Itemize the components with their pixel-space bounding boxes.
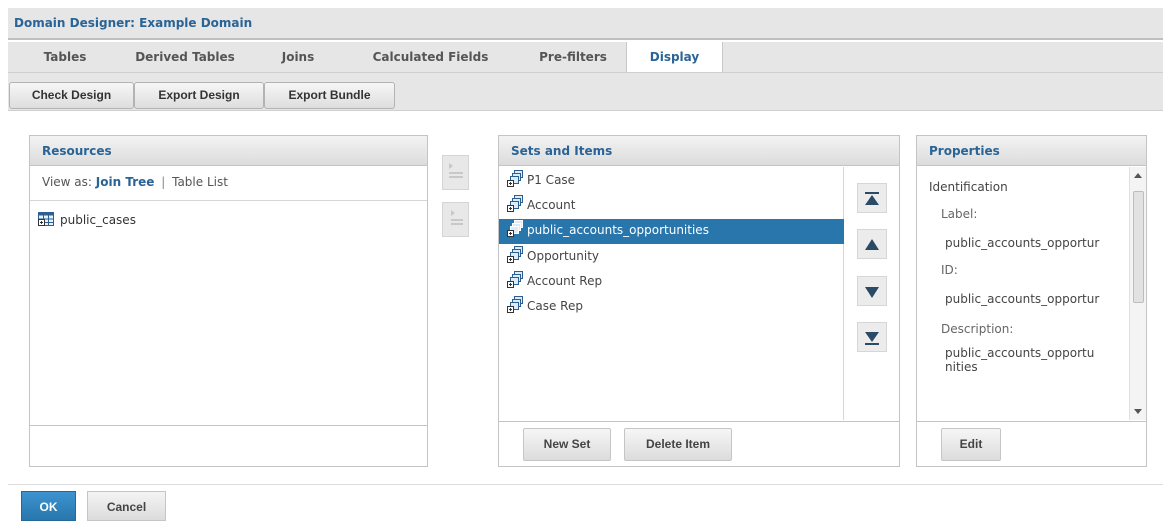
resources-footer	[30, 425, 427, 426]
set-item-label: Case Rep	[527, 299, 583, 313]
view-as-bar: View as: Join Tree | Table List	[42, 175, 228, 189]
id-caption: ID:	[941, 263, 958, 277]
move-up-button[interactable]	[857, 229, 887, 259]
tab-joins[interactable]: Joins	[268, 42, 328, 72]
set-icon	[507, 170, 525, 188]
move-to-bottom-button[interactable]	[857, 322, 887, 352]
title-bar: Domain Designer: Example Domain	[8, 8, 1163, 40]
list-item[interactable]: Account	[499, 194, 844, 219]
tab-calculated-fields[interactable]: Calculated Fields	[353, 42, 508, 72]
add-to-sets-button[interactable]	[442, 155, 469, 190]
move-to-top-button[interactable]	[857, 183, 887, 213]
description-value-line2: nities	[945, 360, 978, 374]
ok-button[interactable]: OK	[21, 491, 76, 521]
properties-title: Properties	[917, 136, 1146, 166]
tab-derived-tables[interactable]: Derived Tables	[120, 42, 250, 72]
properties-footer: Edit	[917, 421, 1146, 466]
sets-items-panel: Sets and Items P1 Case Account public_ac…	[498, 135, 900, 467]
toolbar: Check Design Export Design Export Bundle	[8, 72, 1163, 111]
list-item[interactable]: Opportunity	[499, 245, 844, 270]
move-down-button[interactable]	[857, 276, 887, 306]
set-icon	[507, 246, 525, 264]
label-caption: Label:	[941, 207, 978, 221]
view-as-label: View as:	[42, 175, 92, 189]
properties-body: Identification Label: public_accounts_op…	[917, 167, 1129, 420]
table-list-link[interactable]: Table List	[172, 175, 228, 189]
tab-display[interactable]: Display	[626, 42, 723, 73]
scroll-down-icon[interactable]	[1134, 409, 1142, 414]
set-item-label: public_accounts_opportunities	[527, 223, 709, 237]
scroll-thumb[interactable]	[1133, 191, 1144, 303]
export-bundle-button[interactable]: Export Bundle	[264, 82, 395, 109]
indent-arrow-icon	[450, 210, 463, 225]
resources-title: Resources	[30, 136, 427, 166]
list-item[interactable]: Case Rep	[499, 295, 844, 320]
move-up-icon	[865, 239, 879, 250]
scroll-up-icon[interactable]	[1134, 173, 1142, 178]
resources-panel: Resources View as: Join Tree | Table Lis…	[29, 135, 428, 467]
divider	[30, 200, 427, 201]
edit-button[interactable]: Edit	[941, 428, 1001, 461]
list-item[interactable]: Account Rep	[499, 270, 844, 295]
new-set-button[interactable]: New Set	[523, 428, 611, 461]
description-caption: Description:	[941, 322, 1014, 336]
cancel-button[interactable]: Cancel	[87, 491, 166, 521]
export-design-button[interactable]: Export Design	[134, 82, 264, 109]
add-as-item-button[interactable]	[442, 202, 469, 237]
tab-tables[interactable]: Tables	[30, 42, 100, 72]
set-item-label: Account Rep	[527, 274, 603, 288]
label-value: public_accounts_opportur	[945, 236, 1100, 250]
view-as-separator: |	[161, 175, 166, 189]
join-tree-link[interactable]: Join Tree	[96, 175, 155, 189]
sets-footer: New Set Delete Item	[499, 421, 899, 466]
sets-items-title: Sets and Items	[499, 136, 899, 166]
table-icon	[38, 212, 54, 226]
tab-pre-filters[interactable]: Pre-filters	[518, 42, 628, 72]
move-bottom-icon	[865, 332, 879, 345]
set-item-label: Account	[527, 198, 576, 212]
set-icon	[507, 296, 525, 314]
set-icon	[507, 220, 525, 238]
resource-item-label: public_cases	[60, 213, 136, 227]
add-arrow-icon	[448, 163, 463, 178]
description-value-line1: public_accounts_opportu	[945, 346, 1095, 360]
list-item-selected[interactable]: public_accounts_opportunities	[499, 219, 844, 244]
sets-list: P1 Case Account public_accounts_opportun…	[499, 167, 844, 420]
properties-scrollbar[interactable]	[1129, 167, 1146, 420]
window-title: Domain Designer: Example Domain	[14, 16, 253, 30]
check-design-button[interactable]: Check Design	[9, 82, 134, 109]
id-value: public_accounts_opportur	[945, 292, 1100, 306]
set-item-label: P1 Case	[527, 173, 576, 187]
tab-bar: Tables Derived Tables Joins Calculated F…	[8, 42, 1163, 73]
properties-panel: Properties Identification Label: public_…	[916, 135, 1147, 467]
footer-divider	[8, 484, 1163, 485]
set-icon	[507, 195, 525, 213]
set-item-label: Opportunity	[527, 249, 600, 263]
list-item[interactable]: P1 Case	[499, 169, 844, 194]
move-down-icon	[865, 287, 879, 298]
delete-item-button[interactable]: Delete Item	[624, 428, 732, 461]
section-heading: Identification	[929, 180, 1008, 194]
move-top-icon	[865, 192, 879, 205]
set-icon	[507, 271, 525, 289]
resource-item-public-cases[interactable]: public_cases	[38, 211, 136, 229]
